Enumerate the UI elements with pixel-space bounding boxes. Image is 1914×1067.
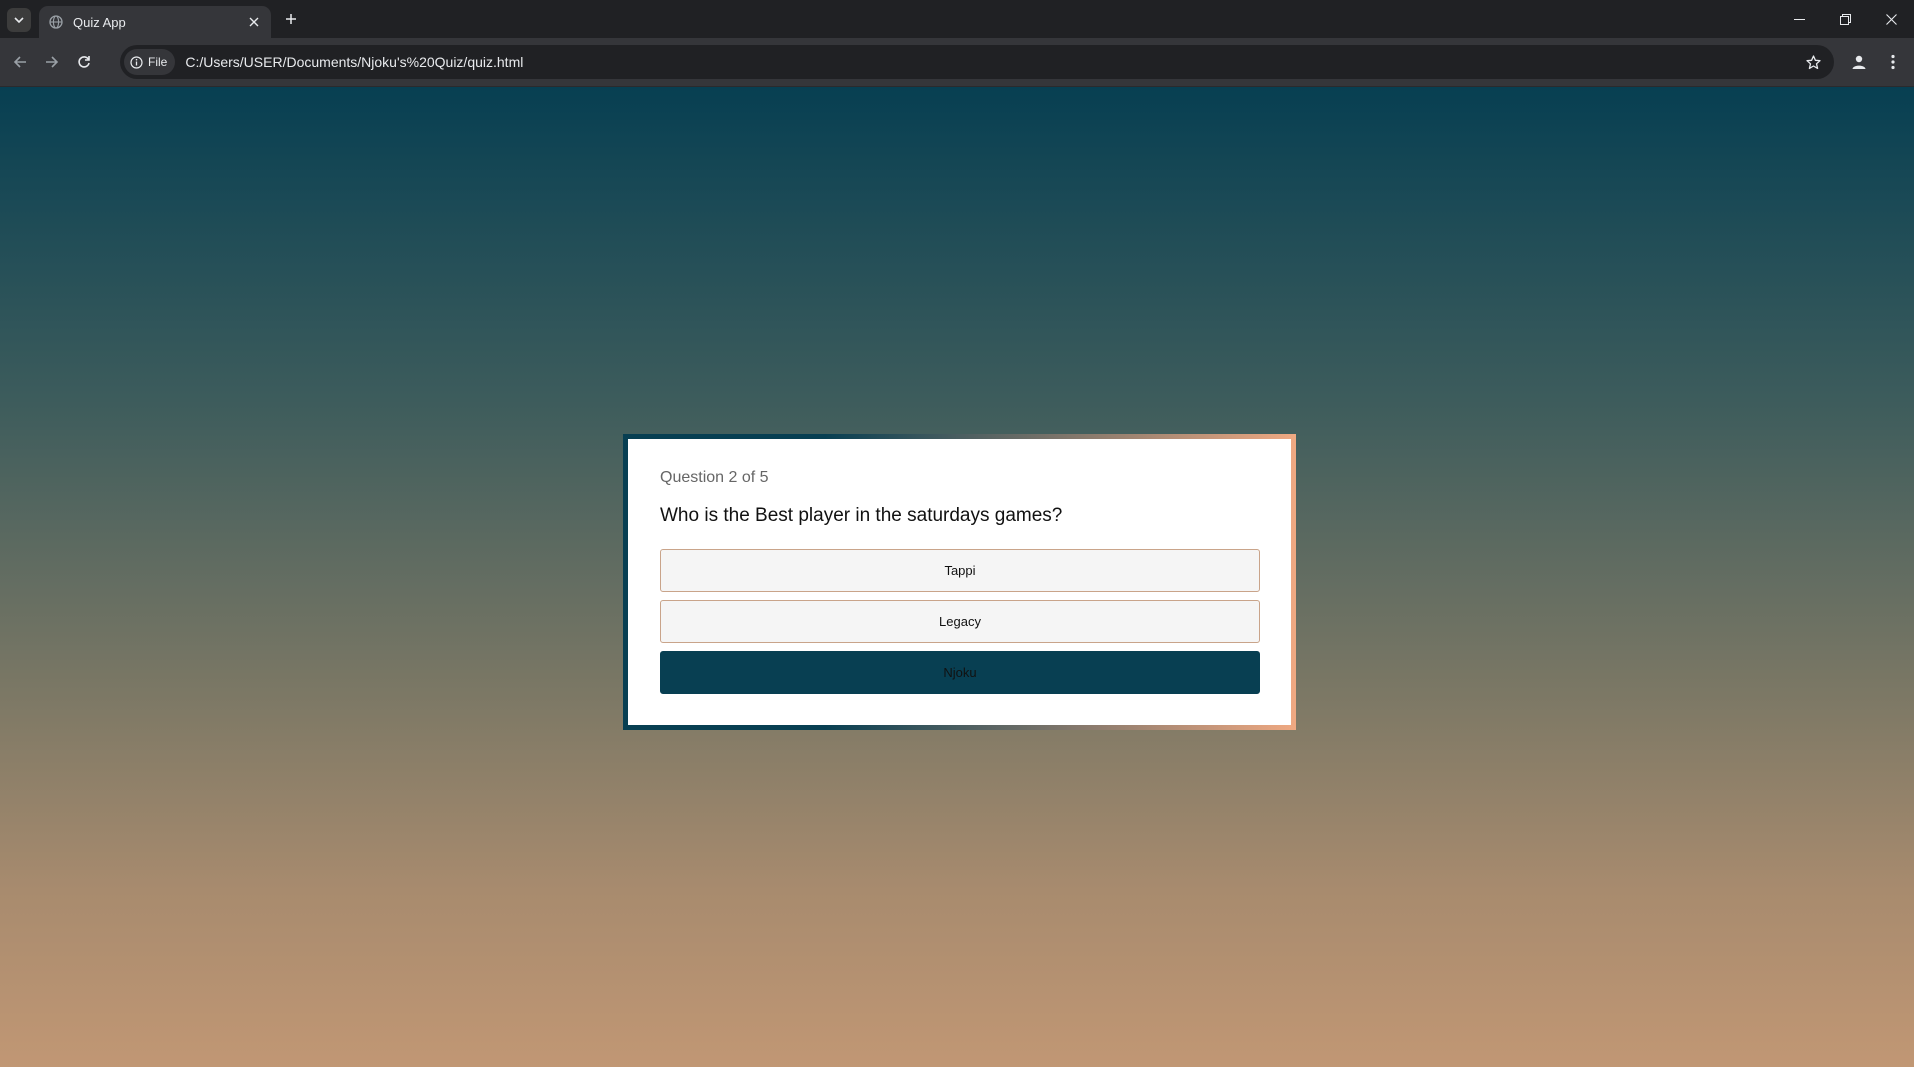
close-icon[interactable]	[245, 13, 263, 31]
site-info-chip[interactable]: File	[124, 49, 176, 75]
page-viewport: Question 2 of 5 Who is the Best player i…	[0, 87, 1914, 1067]
profile-icon	[1852, 55, 1866, 69]
close-window-button[interactable]	[1868, 0, 1914, 38]
star-icon	[1805, 54, 1821, 69]
globe-icon	[49, 15, 63, 29]
quiz-card: Question 2 of 5 Who is the Best player i…	[628, 439, 1291, 725]
answer-button-legacy[interactable]: Legacy	[660, 600, 1260, 643]
question-counter: Question 2 of 5	[660, 469, 769, 486]
menu-button[interactable]	[1876, 45, 1910, 79]
forward-icon	[46, 56, 59, 68]
tab-search-button[interactable]	[7, 8, 31, 32]
close-icon	[1885, 13, 1897, 25]
browser-toolbar: File C:/Users/USER/Documents/Njoku's%20Q…	[0, 38, 1914, 87]
toolbar-actions	[1842, 38, 1914, 86]
browser-window: Quiz App File C:/Users/USER/Documents/Nj…	[0, 0, 1914, 1067]
chevron-down-icon	[14, 17, 24, 24]
back-icon	[13, 56, 26, 68]
window-controls	[1776, 0, 1914, 38]
new-tab-button[interactable]	[280, 8, 302, 30]
chip-label: File	[148, 55, 168, 69]
answer-list: Tappi Legacy Njoku	[660, 549, 1260, 694]
info-icon	[130, 55, 143, 69]
reload-icon	[78, 56, 90, 68]
restore-button[interactable]	[1822, 0, 1868, 38]
answer-button-tappi[interactable]: Tappi	[660, 549, 1260, 592]
tab-title: Quiz App	[73, 14, 126, 30]
plus-icon	[286, 14, 296, 24]
restore-icon	[1839, 13, 1851, 25]
minimize-button[interactable]	[1776, 0, 1822, 38]
quiz-card-frame: Question 2 of 5 Who is the Best player i…	[623, 434, 1296, 730]
url-text[interactable]: C:/Users/USER/Documents/Njoku's%20Quiz/q…	[185, 54, 1798, 70]
question-text: Who is the Best player in the saturdays …	[660, 505, 1063, 526]
profile-button[interactable]	[1842, 45, 1876, 79]
tab-strip: Quiz App	[0, 0, 1914, 38]
address-bar[interactable]: File C:/Users/USER/Documents/Njoku's%20Q…	[120, 45, 1834, 79]
reload-button[interactable]	[68, 46, 100, 78]
minimize-icon	[1793, 18, 1805, 20]
bookmark-button[interactable]	[1798, 47, 1828, 77]
more-icon	[1891, 54, 1895, 70]
forward-button[interactable]	[36, 46, 68, 78]
tab-quiz-app[interactable]: Quiz App	[39, 6, 271, 38]
back-button[interactable]	[4, 46, 36, 78]
answer-button-njoku[interactable]: Njoku	[660, 651, 1260, 694]
